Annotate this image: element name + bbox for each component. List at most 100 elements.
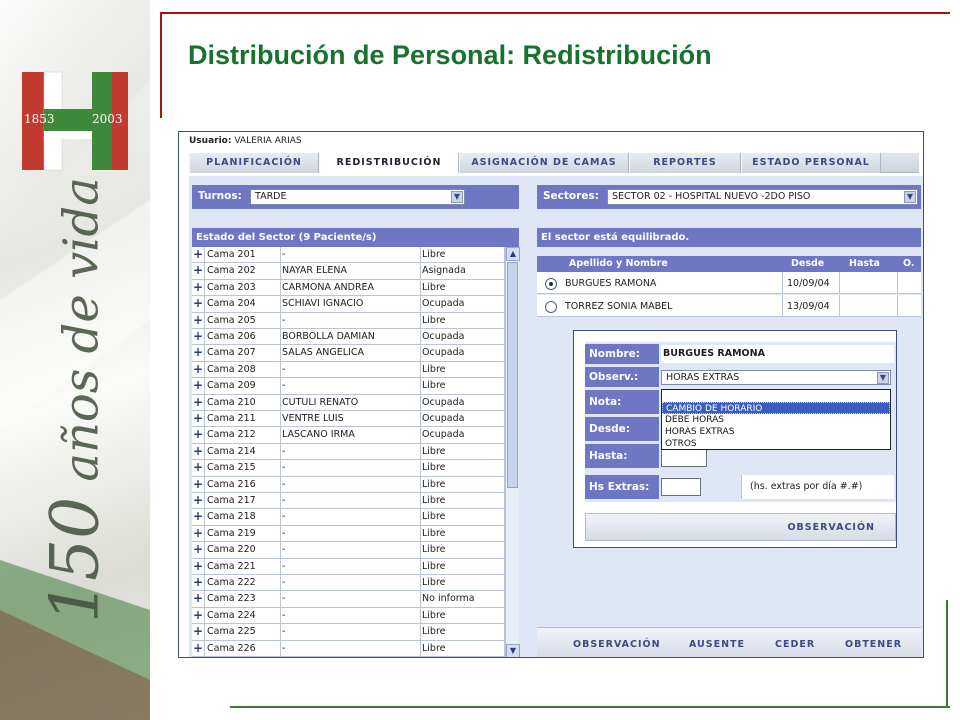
expand-plus-icon[interactable]: + (192, 509, 205, 525)
expand-plus-icon[interactable]: + (192, 394, 205, 410)
chevron-down-icon[interactable]: ▼ (877, 372, 889, 384)
table-row[interactable]: + Cama 207 SALAS ANGELICA Ocupada (192, 345, 505, 362)
expand-plus-icon[interactable]: + (192, 411, 205, 427)
bed-status: Libre (422, 577, 446, 588)
bed-number: Cama 221 (207, 560, 256, 572)
turnos-select[interactable]: TARDE ▼ (250, 189, 465, 205)
table-row[interactable]: + Cama 210 CUTULI RENATO Ocupada (192, 394, 505, 411)
table-row[interactable]: + Cama 212 LASCANO IRMA Ocupada (192, 427, 505, 444)
expand-plus-icon[interactable]: + (192, 263, 205, 279)
expand-plus-icon[interactable]: + (192, 542, 205, 558)
expand-plus-icon[interactable]: + (192, 279, 205, 296)
frame-line-right (946, 600, 948, 708)
table-row[interactable]: + Cama 216 - Libre (192, 476, 505, 493)
table-row[interactable]: + Cama 214 - Libre (192, 443, 505, 461)
expand-plus-icon[interactable]: + (192, 329, 205, 345)
table-row[interactable]: + Cama 211 VENTRE LUIS Ocupada (192, 411, 505, 428)
expand-plus-icon[interactable]: + (192, 525, 205, 542)
chevron-down-icon[interactable]: ▼ (451, 191, 463, 203)
expand-plus-icon[interactable]: + (192, 378, 205, 394)
hasta-input[interactable] (661, 449, 707, 467)
table-row[interactable]: + Cama 204 SCHIAVI IGNACIO Ocupada (192, 296, 505, 313)
scroll-thumb[interactable] (507, 262, 518, 488)
expand-plus-icon[interactable]: + (192, 427, 205, 443)
chevron-down-icon[interactable]: ▼ (904, 191, 916, 203)
expand-plus-icon[interactable]: + (192, 640, 205, 656)
staff-radio[interactable] (545, 301, 557, 313)
bed-status: Ocupada (422, 429, 465, 441)
bed-status: Libre (422, 609, 446, 621)
expand-plus-icon[interactable]: + (192, 312, 205, 328)
expand-plus-icon[interactable]: + (192, 607, 205, 624)
tab-planificacion[interactable]: PLANIFICACIÓN (189, 153, 319, 173)
table-row[interactable]: + Cama 215 - Libre (192, 460, 505, 477)
expand-plus-icon[interactable]: + (192, 575, 205, 591)
observ-option-horas-extras[interactable]: HORAS EXTRAS (662, 426, 890, 438)
expand-plus-icon[interactable]: + (192, 247, 205, 263)
expand-plus-icon[interactable]: + (192, 443, 205, 460)
bed-status: Ocupada (422, 413, 465, 424)
expand-plus-icon[interactable]: + (192, 476, 205, 492)
ceder-button[interactable]: CEDER (775, 639, 815, 650)
tab-reportes[interactable]: REPORTES (629, 153, 741, 173)
patient-name: VENTRE LUIS (282, 413, 344, 424)
tab-estado-personal[interactable]: ESTADO PERSONAL (741, 153, 881, 173)
bed-number: Cama 226 (207, 642, 256, 654)
staff-row[interactable]: TORREZ SONIA MABEL 13/09/04 (537, 295, 921, 317)
observ-option-otros[interactable]: OTROS (662, 438, 890, 450)
table-row[interactable]: + Cama 226 - Libre (192, 640, 505, 657)
expand-plus-icon[interactable]: + (192, 624, 205, 640)
table-row[interactable]: + Cama 220 - Libre (192, 542, 505, 559)
observ-select[interactable]: HORAS EXTRAS ▼ (661, 370, 891, 385)
staff-desde: 13/09/04 (787, 301, 830, 312)
ausente-button[interactable]: AUSENTE (689, 639, 745, 650)
table-row[interactable]: + Cama 201 - Libre (192, 247, 505, 264)
bed-list-scrollbar[interactable]: ▲ ▼ (505, 247, 520, 657)
sectores-select[interactable]: SECTOR 02 - HOSPITAL NUEVO -2DO PISO ▼ (607, 189, 918, 205)
expand-plus-icon[interactable]: + (192, 361, 205, 378)
staff-radio-selected[interactable] (545, 278, 557, 290)
table-row[interactable]: + Cama 218 - Libre (192, 509, 505, 526)
table-row[interactable]: + Cama 217 - Libre (192, 493, 505, 510)
tab-asignacion-de-camas[interactable]: ASIGNACIÓN DE CAMAS (459, 153, 629, 173)
expand-plus-icon[interactable]: + (192, 591, 205, 607)
table-row[interactable]: + Cama 209 - Libre (192, 378, 505, 395)
observacion-dialog-button[interactable]: OBSERVACIÓN (787, 522, 875, 533)
obtener-button[interactable]: OBTENER (845, 639, 902, 650)
staff-row[interactable]: BURGUES RAMONA 10/09/04 (537, 272, 921, 294)
observ-option-debe-horas[interactable]: DEBE HORAS (662, 414, 890, 426)
observ-options-list[interactable]: CAMBIO DE HORARIO DEBE HORAS HORAS EXTRA… (661, 389, 891, 450)
bed-status: Libre (422, 642, 446, 654)
bed-number: Cama 204 (207, 298, 256, 310)
bed-number: Cama 216 (207, 478, 256, 490)
patient-name: - (282, 560, 286, 572)
patient-name: - (282, 609, 286, 621)
bed-number: Cama 205 (207, 314, 256, 326)
table-row[interactable]: + Cama 221 - Libre (192, 558, 505, 575)
table-row[interactable]: + Cama 203 CARMONA ANDREA Libre (192, 279, 505, 297)
table-row[interactable]: + Cama 219 - Libre (192, 525, 505, 543)
table-row[interactable]: + Cama 225 - Libre (192, 624, 505, 641)
patient-name: SCHIAVI IGNACIO (282, 298, 364, 310)
table-row[interactable]: + Cama 206 BORBOLLA DAMIAN Ocupada (192, 329, 505, 346)
patient-name: - (282, 593, 286, 605)
expand-plus-icon[interactable]: + (192, 345, 205, 361)
expand-plus-icon[interactable]: + (192, 493, 205, 509)
bed-number: Cama 214 (207, 445, 256, 457)
expand-plus-icon[interactable]: + (192, 460, 205, 476)
scroll-up-icon[interactable]: ▲ (506, 247, 520, 261)
observ-option-cambio-de-horario[interactable]: CAMBIO DE HORARIO (662, 402, 890, 414)
hs-extras-input[interactable] (661, 478, 701, 496)
table-row[interactable]: + Cama 202 NAYAR ELENA Asignada (192, 263, 505, 280)
observacion-button[interactable]: OBSERVACIÓN (573, 639, 661, 650)
table-row[interactable]: + Cama 222 - Libre (192, 575, 505, 592)
table-row[interactable]: + Cama 224 - Libre (192, 607, 505, 625)
table-row[interactable]: + Cama 223 - No informa (192, 591, 505, 608)
expand-plus-icon[interactable]: + (192, 558, 205, 574)
table-row[interactable]: + Cama 205 - Libre (192, 312, 505, 329)
expand-plus-icon[interactable]: + (192, 296, 205, 312)
tab-redistribucion[interactable]: REDISTRIBUCIÓN (319, 153, 459, 173)
table-row[interactable]: + Cama 208 - Libre (192, 361, 505, 379)
scroll-down-icon[interactable]: ▼ (506, 644, 520, 657)
hs-extras-hint: (hs. extras por día #.#) (741, 475, 894, 499)
